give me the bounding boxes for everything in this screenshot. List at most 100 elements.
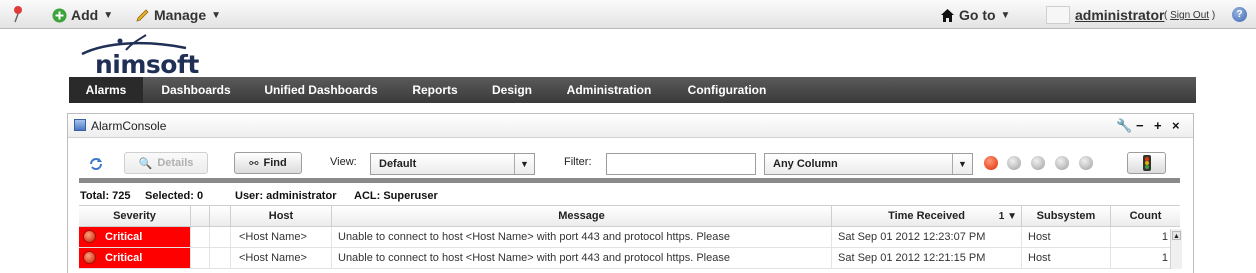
pushpin-icon[interactable]	[11, 5, 25, 23]
manage-label: Manage	[154, 7, 207, 23]
avatar	[1046, 6, 1070, 24]
table-header: Severity Host Message Time Received 1 ▼ …	[79, 205, 1180, 227]
logo-text: nimsoft	[95, 50, 199, 79]
user-info: User: administrator	[235, 190, 337, 202]
column-select[interactable]: Any Column ▼	[764, 153, 973, 175]
critical-icon	[83, 251, 96, 264]
signout-link[interactable]: ( Sign Out )	[1164, 10, 1215, 21]
refresh-icon[interactable]	[88, 156, 104, 172]
search-icon: 🔍	[138, 157, 153, 170]
host-cell: <Host Name>	[231, 248, 332, 268]
critical-icon	[83, 230, 96, 243]
view-select[interactable]: Default ▼	[370, 153, 535, 175]
time-cell: Sat Sep 01 2012 12:21:15 PM	[832, 248, 1022, 268]
chevron-down-icon: ▼	[211, 9, 222, 21]
nav-reports[interactable]: Reports	[405, 77, 465, 103]
nav-alarms[interactable]: Alarms	[69, 77, 143, 103]
table-scrollbar[interactable]: ▲	[1170, 229, 1182, 269]
view-value: Default	[379, 158, 417, 170]
traffic-light-button[interactable]	[1127, 152, 1166, 174]
chevron-down-icon: ▼	[1000, 9, 1011, 21]
blank-cell	[191, 248, 210, 268]
subsystem-cell: Host	[1022, 227, 1111, 247]
sort-indicator: 1 ▼	[998, 211, 1017, 222]
main-nav: Alarms Dashboards Unified Dashboards Rep…	[69, 77, 1196, 103]
separator	[79, 178, 1180, 183]
close-icon[interactable]: ×	[1172, 118, 1180, 133]
column-value: Any Column	[773, 158, 838, 170]
message-cell: Unable to connect to host <Host Name> wi…	[332, 227, 832, 247]
col-message[interactable]: Message	[332, 206, 832, 227]
blank-cell	[191, 227, 210, 247]
signout-close: )	[1211, 10, 1216, 21]
col-time-received-label: Time Received	[888, 210, 965, 222]
message-cell: Unable to connect to host <Host Name> wi…	[332, 248, 832, 268]
nav-administration[interactable]: Administration	[559, 77, 659, 103]
portlet-title: AlarmConsole	[91, 119, 167, 133]
top-toolbar: Add ▼ Manage ▼ Go to ▼ administrator ( S…	[0, 0, 1256, 29]
chevron-down-icon: ▼	[952, 154, 972, 174]
portlet-titlebar: AlarmConsole 🔧 − + ×	[68, 114, 1193, 138]
total-count: Total: 725	[80, 190, 131, 202]
col-severity[interactable]: Severity	[79, 206, 191, 227]
col-time-received[interactable]: Time Received 1 ▼	[832, 206, 1022, 227]
severity-cell: Critical	[79, 227, 191, 247]
severity-filter-minor[interactable]	[1031, 156, 1045, 170]
severity-filter-warning[interactable]	[1055, 156, 1069, 170]
nav-design[interactable]: Design	[485, 77, 539, 103]
plus-circle-icon	[52, 8, 67, 22]
manage-menu[interactable]: Manage ▼	[135, 6, 221, 24]
help-icon[interactable]: ?	[1232, 7, 1247, 22]
traffic-light-icon	[1142, 155, 1151, 171]
subsystem-cell: Host	[1022, 248, 1111, 268]
col-host[interactable]: Host	[231, 206, 332, 227]
details-button[interactable]: 🔍 Details	[124, 152, 208, 174]
pencil-icon	[136, 8, 149, 22]
details-label: Details	[157, 157, 194, 169]
col-blank-2[interactable]	[210, 206, 231, 227]
host-cell: <Host Name>	[231, 227, 332, 247]
filter-input[interactable]	[606, 153, 756, 175]
signout-label: Sign Out	[1170, 10, 1210, 21]
nav-dashboards[interactable]: Dashboards	[155, 77, 237, 103]
col-count[interactable]: Count	[1111, 206, 1180, 227]
maximize-icon[interactable]: +	[1154, 118, 1162, 133]
goto-menu[interactable]: Go to ▼	[940, 6, 1010, 24]
time-cell: Sat Sep 01 2012 12:23:07 PM	[832, 227, 1022, 247]
chevron-down-icon: ▼	[103, 9, 114, 21]
severity-filter-info[interactable]	[1079, 156, 1093, 170]
nav-unified-dashboards[interactable]: Unified Dashboards	[257, 77, 385, 103]
goto-label: Go to	[959, 7, 996, 23]
username-link[interactable]: administrator	[1075, 7, 1164, 23]
severity-text: Critical	[105, 252, 143, 264]
chevron-down-icon: ▼	[514, 154, 534, 174]
table-row[interactable]: Critical <Host Name> Unable to connect t…	[79, 227, 1180, 248]
scroll-up-icon[interactable]: ▲	[1172, 231, 1181, 240]
col-subsystem[interactable]: Subsystem	[1022, 206, 1111, 227]
minimize-icon[interactable]: −	[1136, 118, 1144, 133]
col-blank-1[interactable]	[191, 206, 210, 227]
selected-count: Selected: 0	[145, 190, 204, 202]
count-cell: 1	[1161, 231, 1168, 243]
count-cell: 1	[1161, 252, 1168, 264]
severity-cell: Critical	[79, 248, 191, 268]
add-menu[interactable]: Add ▼	[52, 6, 113, 24]
nav-configuration[interactable]: Configuration	[679, 77, 775, 103]
blank-cell	[210, 227, 231, 247]
add-label: Add	[71, 7, 99, 23]
table-row[interactable]: Critical <Host Name> Unable to connect t…	[79, 248, 1180, 269]
blank-cell	[210, 248, 231, 268]
find-label: Find	[263, 157, 287, 169]
filter-label: Filter:	[564, 156, 592, 168]
acl-info: ACL: Superuser	[354, 190, 438, 202]
wrench-icon[interactable]: 🔧	[1116, 118, 1132, 134]
portlet-icon	[74, 119, 86, 131]
severity-filter-major[interactable]	[1007, 156, 1021, 170]
severity-text: Critical	[105, 231, 143, 243]
severity-filter-critical[interactable]	[984, 156, 998, 170]
binoculars-icon: ⚯	[249, 157, 259, 170]
home-icon	[941, 8, 954, 22]
find-button[interactable]: ⚯ Find	[234, 152, 302, 174]
view-label: View:	[330, 156, 357, 168]
signout-open: (	[1164, 10, 1168, 21]
